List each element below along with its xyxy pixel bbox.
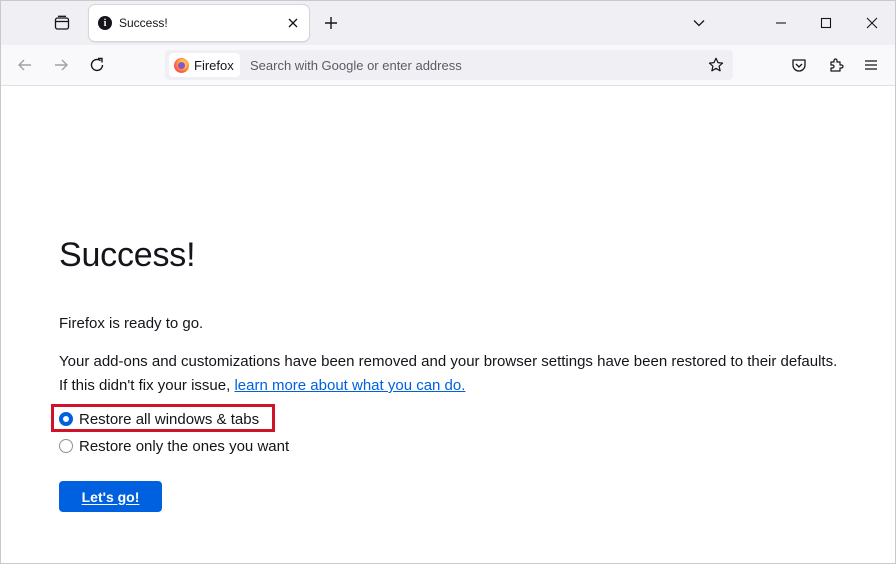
lets-go-button[interactable]: Let's go! [59, 481, 162, 512]
firefox-view-icon [54, 15, 70, 30]
minimize-button[interactable] [759, 7, 803, 39]
plus-icon [325, 17, 337, 29]
tab-strip: i Success! [1, 1, 895, 45]
description: Your add-ons and customizations have bee… [59, 350, 859, 398]
hamburger-menu-icon [865, 60, 877, 70]
reload-button[interactable] [85, 53, 109, 77]
maximize-icon [820, 17, 832, 29]
tab-title: Success! [119, 16, 168, 30]
new-tab-button[interactable] [319, 11, 343, 35]
navigation-toolbar: Firefox [1, 45, 895, 86]
close-window-button[interactable] [850, 7, 894, 39]
forward-button[interactable] [49, 53, 73, 77]
option-label: Restore all windows & tabs [79, 410, 260, 428]
radio-button[interactable] [59, 439, 73, 453]
tab-success[interactable]: i Success! [89, 5, 309, 41]
back-button[interactable] [13, 53, 37, 77]
firefox-logo-icon [174, 57, 189, 73]
pocket-button[interactable] [787, 53, 811, 77]
identity-box[interactable]: Firefox [169, 53, 240, 77]
puzzle-piece-icon [830, 58, 844, 72]
address-bar[interactable]: Firefox [165, 50, 733, 80]
pocket-icon [792, 59, 806, 72]
url-input[interactable] [250, 55, 670, 75]
page-title: Success! [59, 236, 196, 274]
restore-all-option[interactable]: Restore all windows & tabs [59, 408, 259, 430]
arrow-right-icon [55, 59, 68, 71]
extensions-button[interactable] [824, 53, 848, 77]
identity-label: Firefox [194, 57, 234, 73]
star-icon [708, 57, 724, 72]
lets-go-label: Let's go! [81, 488, 140, 505]
restore-some-option[interactable]: Restore only the ones you want [59, 435, 289, 457]
arrow-left-icon [18, 59, 31, 71]
minimize-icon [776, 22, 786, 24]
close-icon [866, 17, 878, 29]
list-all-tabs-button[interactable] [687, 11, 711, 35]
reload-icon [90, 57, 104, 72]
browser-window: i Success! Firefox Search with Google or… [0, 0, 896, 564]
radio-button-selected[interactable] [59, 412, 73, 426]
page-content: Success! Firefox is ready to go. Your ad… [1, 86, 895, 563]
close-icon [288, 18, 298, 28]
description-line: If this didn't fix your issue, learn mor… [59, 374, 859, 398]
maximize-button[interactable] [804, 7, 848, 39]
learn-more-link[interactable]: learn more about what you can do. [234, 377, 465, 394]
firefox-view-button[interactable] [49, 11, 75, 35]
bookmark-button[interactable] [705, 54, 727, 76]
chevron-down-icon [693, 20, 705, 27]
close-tab-button[interactable] [283, 13, 303, 33]
ready-message: Firefox is ready to go. [59, 315, 204, 332]
info-icon: i [98, 16, 112, 30]
description-line: Your add-ons and customizations have bee… [59, 353, 838, 370]
description-prefix: If this didn't fix your issue, [59, 377, 235, 394]
app-menu-button[interactable] [859, 53, 883, 77]
option-label: Restore only the ones you want [79, 437, 290, 455]
